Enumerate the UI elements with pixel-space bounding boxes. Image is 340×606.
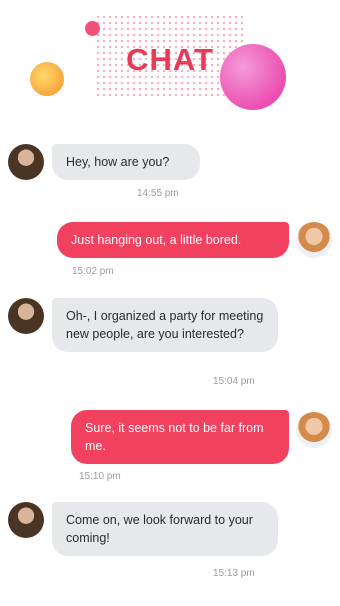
message-bubble[interactable]: Sure, it seems not to be far from me.: [71, 410, 289, 464]
user-avatar[interactable]: [296, 222, 332, 258]
message-bubble[interactable]: Hey, how are you?: [52, 144, 200, 180]
message-timestamp: 15:02 pm: [72, 266, 114, 277]
message-bubble[interactable]: Just hanging out, a little bored.: [57, 222, 289, 258]
message-bubble[interactable]: Oh-, I organized a party for meeting new…: [52, 298, 278, 352]
contact-avatar[interactable]: [8, 144, 44, 180]
message-timestamp: 15:13 pm: [213, 568, 255, 579]
user-avatar[interactable]: [296, 412, 332, 448]
chat-header-illustration: CHAT: [0, 0, 340, 120]
message-timestamp: 15:10 pm: [79, 471, 121, 482]
message-timestamp: 14:55 pm: [137, 188, 179, 199]
red-circle-decoration: [85, 21, 100, 36]
page-title: CHAT: [126, 42, 214, 77]
contact-avatar[interactable]: [8, 502, 44, 538]
contact-avatar[interactable]: [8, 298, 44, 334]
message-timestamp: 15:04 pm: [213, 376, 255, 387]
message-bubble[interactable]: Come on, we look forward to your coming!: [52, 502, 278, 556]
